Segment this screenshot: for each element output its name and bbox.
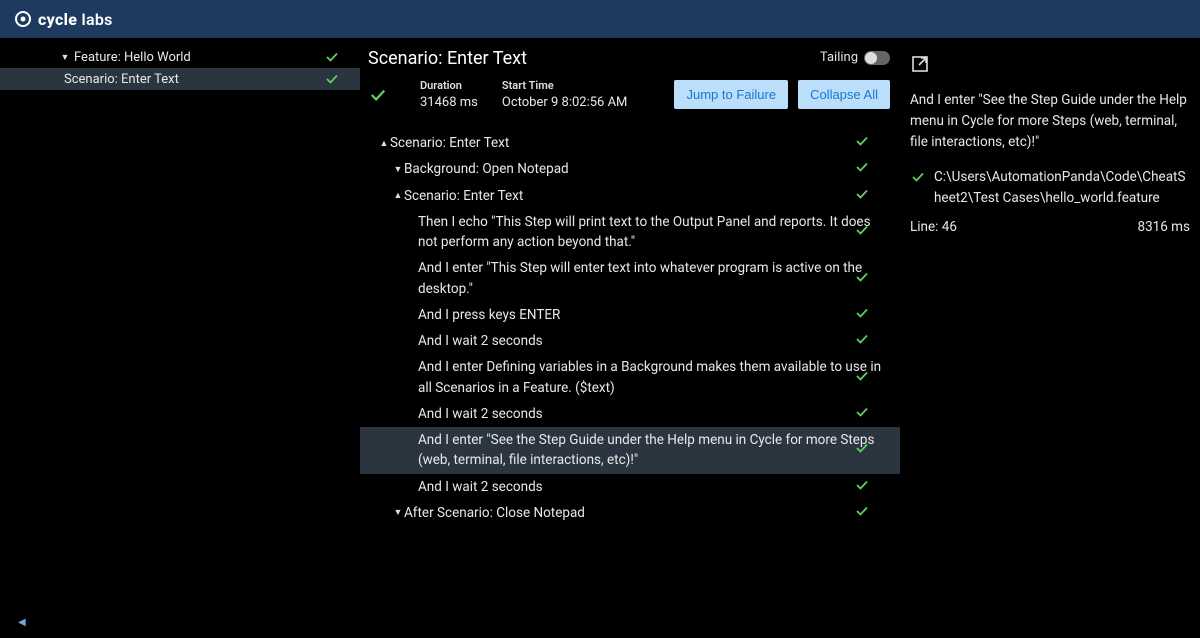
brand-light: labs: [82, 10, 113, 29]
open-external-icon[interactable]: [910, 54, 1190, 78]
check-icon: [854, 305, 870, 325]
check-icon: [854, 133, 870, 153]
step-row[interactable]: Then I echo "This Step will print text t…: [360, 209, 900, 256]
collapse-all-button[interactable]: Collapse All: [798, 80, 890, 109]
check-icon: [854, 186, 870, 206]
check-icon: [324, 71, 340, 87]
step-text: Background: Open Notepad: [404, 159, 882, 179]
step-text: And I wait 2 seconds: [418, 404, 882, 424]
feature-tree: ▼ Feature: Hello World Scenario: Enter T…: [0, 38, 360, 638]
caret-up-icon: ▲: [378, 138, 390, 149]
check-icon: [854, 503, 870, 523]
detail-file-path: C:\Users\AutomationPanda\Code\CheatSheet…: [934, 167, 1190, 209]
caret-up-icon: ▲: [392, 190, 404, 201]
detail-duration: 8316 ms: [1137, 219, 1190, 235]
jump-to-failure-button[interactable]: Jump to Failure: [674, 80, 788, 109]
step-row[interactable]: And I enter "See the Step Guide under th…: [360, 427, 900, 474]
tailing-control[interactable]: Tailing: [820, 50, 890, 65]
detail-step-text: And I enter "See the Step Guide under th…: [910, 90, 1190, 153]
check-icon: [854, 477, 870, 497]
step-row[interactable]: And I enter Defining variables in a Back…: [360, 354, 900, 401]
check-icon: [854, 159, 870, 179]
tree-feature-label: Feature: Hello World: [74, 50, 191, 65]
start-time-label: Start Time: [502, 79, 628, 92]
tailing-toggle[interactable]: [864, 51, 890, 65]
tailing-label: Tailing: [820, 50, 858, 65]
duration-value: 31468 ms: [420, 95, 478, 110]
step-list: ▲Scenario: Enter Text▼Background: Open N…: [360, 130, 900, 526]
step-text: And I press keys ENTER: [418, 305, 882, 325]
step-row[interactable]: ▼After Scenario: Close Notepad: [360, 500, 900, 526]
duration-label: Duration: [420, 79, 478, 92]
tree-scenario-label: Scenario: Enter Text: [60, 72, 179, 87]
step-row[interactable]: ▼Background: Open Notepad: [360, 156, 900, 182]
step-row[interactable]: ▲Scenario: Enter Text: [360, 183, 900, 209]
brand-bold: cycle: [38, 10, 77, 29]
step-text: Scenario: Enter Text: [404, 186, 882, 206]
step-text: And I wait 2 seconds: [418, 477, 882, 497]
detail-panel: And I enter "See the Step Guide under th…: [900, 38, 1200, 638]
step-text: And I enter "See the Step Guide under th…: [418, 430, 882, 471]
step-text: And I enter Defining variables in a Back…: [418, 357, 882, 398]
top-bar: cycle labs: [0, 0, 1200, 38]
step-row[interactable]: ▲Scenario: Enter Text: [360, 130, 900, 156]
check-icon: [854, 368, 870, 388]
step-row[interactable]: And I enter "This Step will enter text i…: [360, 255, 900, 302]
step-text: Then I echo "This Step will print text t…: [418, 212, 882, 253]
detail-line: Line: 46: [910, 219, 957, 235]
caret-down-icon: ▼: [392, 164, 404, 175]
check-icon: [910, 169, 926, 189]
brand-logo: cycle labs: [14, 10, 113, 29]
step-row[interactable]: And I wait 2 seconds: [360, 474, 900, 500]
start-time-value: October 9 8:02:56 AM: [502, 95, 628, 110]
check-icon: [854, 440, 870, 460]
check-icon: [368, 85, 388, 105]
check-icon: [854, 222, 870, 242]
check-icon: [854, 269, 870, 289]
check-icon: [854, 331, 870, 351]
step-text: And I wait 2 seconds: [418, 331, 882, 351]
check-icon: [854, 404, 870, 424]
tree-feature-row[interactable]: ▼ Feature: Hello World: [0, 46, 360, 68]
footer-caret-icon[interactable]: ◀: [18, 617, 26, 628]
step-row[interactable]: And I wait 2 seconds: [360, 328, 900, 354]
scenario-panel: Scenario: Enter Text Tailing Jump to Fai…: [360, 38, 900, 638]
main-area: ▼ Feature: Hello World Scenario: Enter T…: [0, 38, 1200, 638]
caret-down-icon: ▼: [60, 52, 70, 63]
step-row[interactable]: And I press keys ENTER: [360, 302, 900, 328]
check-icon: [324, 49, 340, 65]
cycle-logo-icon: [14, 10, 32, 28]
step-text: And I enter "This Step will enter text i…: [418, 258, 882, 299]
tree-scenario-row[interactable]: Scenario: Enter Text: [0, 68, 360, 90]
step-text: After Scenario: Close Notepad: [404, 503, 882, 523]
caret-down-icon: ▼: [392, 507, 404, 518]
step-text: Scenario: Enter Text: [390, 133, 882, 153]
step-row[interactable]: And I wait 2 seconds: [360, 401, 900, 427]
